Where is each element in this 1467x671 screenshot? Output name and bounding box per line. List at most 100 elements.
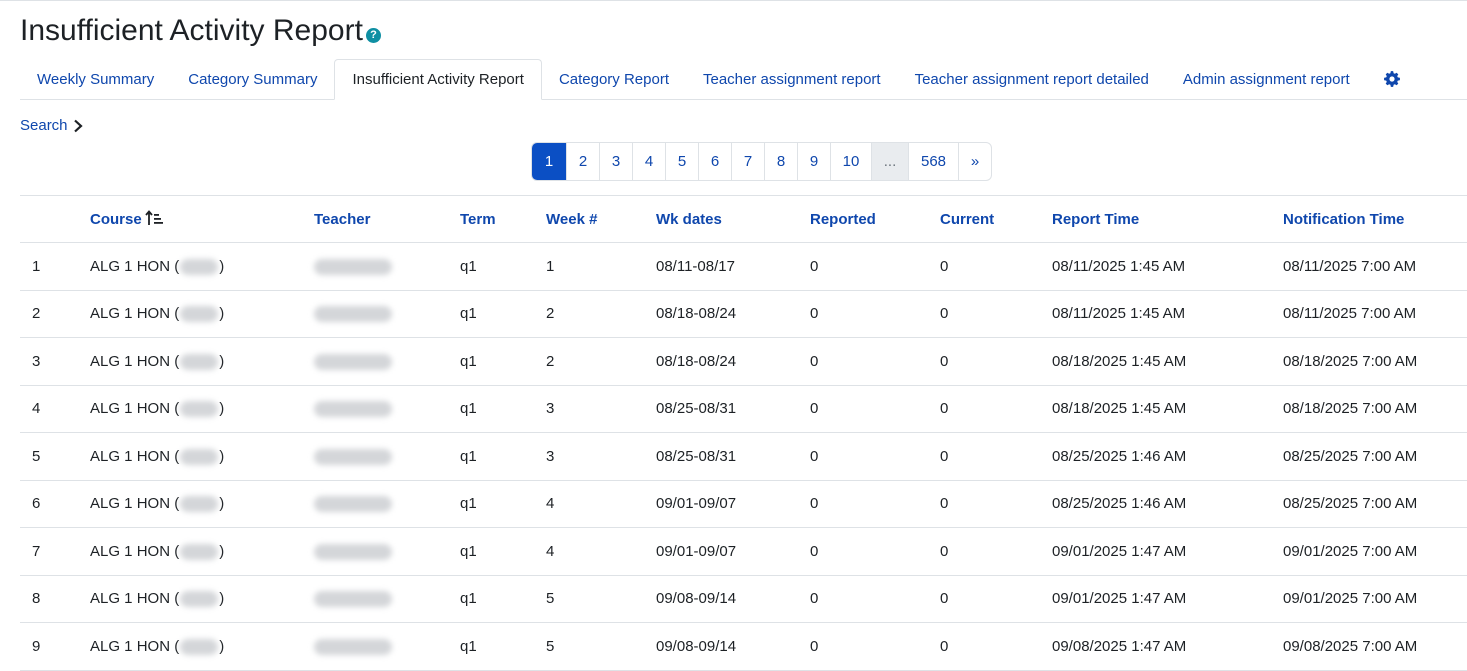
current-cell: 0 (940, 542, 949, 560)
reported-cell: 0 (810, 257, 819, 275)
teacher-cell (314, 385, 460, 433)
table-body: 1 ALG 1 HON () q1 1 08/11-08/17 0 0 08/1… (20, 243, 1467, 670)
header-reported[interactable]: Reported (810, 196, 940, 243)
tab-category-report[interactable]: Category Report (542, 59, 686, 99)
term-cell: q1 (460, 305, 477, 323)
wk-dates-cell: 08/25-08/31 (656, 400, 737, 418)
notification-time-cell: 08/18/2025 7:00 AM (1283, 352, 1418, 370)
redacted-teacher-name (314, 543, 392, 560)
row-index: 3 (32, 352, 41, 370)
page-next[interactable]: » (958, 143, 991, 180)
reported-cell: 0 (810, 400, 819, 418)
course-cell: ALG 1 HON () (90, 528, 314, 576)
tab-teacher-assignment-report[interactable]: Teacher assignment report (686, 59, 898, 99)
course-name-close: ) (219, 257, 225, 275)
question-circle-icon[interactable]: ? (365, 27, 381, 43)
report-time-cell: 08/11/2025 1:45 AM (1052, 257, 1186, 275)
term-cell: q1 (460, 257, 477, 275)
term-cell: q1 (460, 542, 477, 560)
pagination: 1 2 3 4 5 6 7 8 9 10 ... 568 » (531, 142, 992, 181)
header-term[interactable]: Term (460, 196, 546, 243)
report-time-cell: 08/11/2025 1:45 AM (1052, 305, 1186, 323)
header-wk-dates[interactable]: Wk dates (656, 196, 810, 243)
tab-admin-assignment-report[interactable]: Admin assignment report (1166, 59, 1367, 99)
wk-dates-cell: 09/01-09/07 (656, 495, 737, 513)
report-table: Course Teacher Term Week # Wk dates Repo… (20, 195, 1467, 671)
notification-time-cell: 09/01/2025 7:00 AM (1283, 542, 1418, 560)
header-current[interactable]: Current (940, 196, 1052, 243)
report-tabs: Weekly Summary Category Summary Insuffic… (20, 59, 1467, 100)
tab-weekly-summary[interactable]: Weekly Summary (20, 59, 171, 99)
page-7[interactable]: 7 (731, 143, 764, 180)
term-cell: q1 (460, 495, 477, 513)
week-cell: 4 (546, 495, 555, 513)
week-cell: 3 (546, 447, 555, 465)
current-cell: 0 (940, 590, 949, 608)
sort-ascending-icon (145, 210, 163, 225)
reported-cell: 0 (810, 495, 819, 513)
notification-time-cell: 09/01/2025 7:00 AM (1283, 590, 1418, 608)
redacted-teacher-name (314, 638, 392, 655)
week-cell: 2 (546, 352, 555, 370)
course-name: ALG 1 HON ( (90, 495, 180, 513)
redacted-teacher-name (314, 258, 392, 275)
page-title: Insufficient Activity Report ? (20, 14, 381, 48)
redacted-teacher-name (314, 353, 392, 370)
week-cell: 5 (546, 590, 555, 608)
header-notification-time[interactable]: Notification Time (1283, 196, 1467, 243)
header-report-time[interactable]: Report Time (1052, 196, 1283, 243)
reported-cell: 0 (810, 590, 819, 608)
page-last[interactable]: 568 (908, 143, 958, 180)
table-row: 1 ALG 1 HON () q1 1 08/11-08/17 0 0 08/1… (20, 243, 1467, 291)
page-2[interactable]: 2 (566, 143, 599, 180)
current-cell: 0 (940, 447, 949, 465)
page-6[interactable]: 6 (698, 143, 731, 180)
course-name-close: ) (219, 637, 225, 655)
header-week[interactable]: Week # (546, 196, 656, 243)
term-cell: q1 (460, 352, 477, 370)
table-row: 3 ALG 1 HON () q1 2 08/18-08/24 0 0 08/1… (20, 338, 1467, 385)
current-cell: 0 (940, 305, 949, 323)
gear-icon (1383, 71, 1400, 87)
redacted-course-section (180, 496, 219, 513)
teacher-cell (314, 243, 460, 291)
row-index: 7 (32, 542, 41, 560)
row-index: 5 (32, 447, 41, 465)
table-row: 7 ALG 1 HON () q1 4 09/01-09/07 0 0 09/0… (20, 528, 1467, 576)
page-1[interactable]: 1 (532, 143, 566, 180)
row-index: 8 (32, 590, 41, 608)
redacted-course-section (180, 638, 219, 655)
week-cell: 2 (546, 305, 555, 323)
table-header-row: Course Teacher Term Week # Wk dates Repo… (20, 195, 1467, 243)
header-index (20, 196, 90, 243)
notification-time-cell: 08/11/2025 7:00 AM (1283, 257, 1417, 275)
settings-tab[interactable] (1367, 59, 1417, 99)
page-8[interactable]: 8 (764, 143, 797, 180)
header-course[interactable]: Course (90, 196, 314, 243)
page-10[interactable]: 10 (830, 143, 871, 180)
row-index: 1 (32, 257, 41, 275)
notification-time-cell: 08/25/2025 7:00 AM (1283, 447, 1418, 465)
course-name-close: ) (219, 447, 225, 465)
page-4[interactable]: 4 (632, 143, 665, 180)
term-cell: q1 (460, 400, 477, 418)
tab-category-summary[interactable]: Category Summary (171, 59, 334, 99)
table-row: 8 ALG 1 HON () q1 5 09/08-09/14 0 0 09/0… (20, 575, 1467, 623)
page-3[interactable]: 3 (599, 143, 632, 180)
redacted-course-section (180, 448, 219, 465)
tab-insufficient-activity-report[interactable]: Insufficient Activity Report (334, 59, 542, 100)
tab-teacher-assignment-report-detailed[interactable]: Teacher assignment report detailed (898, 59, 1166, 99)
teacher-cell (314, 480, 460, 528)
course-name: ALG 1 HON ( (90, 257, 180, 275)
header-teacher[interactable]: Teacher (314, 196, 460, 243)
page-9[interactable]: 9 (797, 143, 830, 180)
redacted-teacher-name (314, 401, 392, 418)
reported-cell: 0 (810, 305, 819, 323)
chevron-right-icon (73, 119, 83, 132)
table-row: 6 ALG 1 HON () q1 4 09/01-09/07 0 0 08/2… (20, 480, 1467, 528)
table-row: 4 ALG 1 HON () q1 3 08/25-08/31 0 0 08/1… (20, 385, 1467, 433)
page-5[interactable]: 5 (665, 143, 698, 180)
redacted-teacher-name (314, 496, 392, 513)
search-toggle[interactable]: Search (20, 117, 84, 134)
reported-cell: 0 (810, 447, 819, 465)
